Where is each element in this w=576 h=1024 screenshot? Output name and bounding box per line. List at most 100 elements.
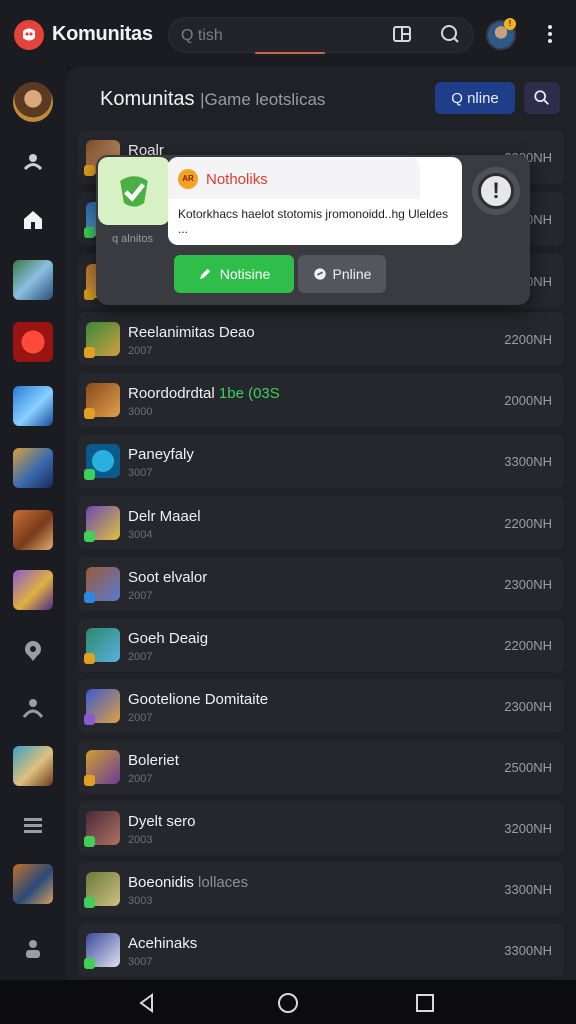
community-name: Reelanimitas Deao [128, 324, 255, 341]
profile-avatar[interactable] [13, 82, 53, 122]
top-app-bar: Komunitas Q tish ! [0, 0, 576, 66]
community-year: 3007 [128, 467, 153, 479]
panel-subtitle: |Game leotslicas [200, 90, 326, 109]
member-count: 3200NH [504, 821, 552, 836]
community-row[interactable]: Boeonidis lollaces 3003 3300NH [78, 862, 564, 916]
game-thumbnail [84, 933, 120, 969]
game-shortcut-1[interactable] [13, 260, 53, 300]
community-row[interactable]: Acehinaks 3007 3300NH [78, 923, 564, 977]
game-thumbnail [84, 506, 120, 542]
member-count: 2200NH [504, 638, 552, 653]
community-name-text: Boeonidis [128, 874, 194, 891]
community-name-text: Delr Maael [128, 508, 201, 525]
game-thumbnail [84, 628, 120, 664]
game-shortcut-7[interactable] [13, 746, 53, 786]
game-shortcut-4[interactable] [13, 448, 53, 488]
community-name: Roordodrdtal 1be (03S [128, 385, 280, 402]
community-name-text: Dyelt sero [128, 813, 196, 830]
community-name-text: Soot elvalor [128, 569, 208, 586]
status-badge [84, 408, 95, 419]
game-thumbnail [84, 750, 120, 786]
community-row[interactable]: Boleriet 2007 2500NH [78, 740, 564, 794]
community-name: Delr Maael [128, 508, 201, 525]
settings-user-icon[interactable] [13, 928, 53, 968]
community-name: Paneyfaly [128, 446, 194, 463]
game-thumbnail [84, 689, 120, 725]
community-name-text: Acehinaks [128, 935, 198, 952]
game-thumbnail [84, 811, 120, 847]
community-row[interactable]: Delr Maael 3004 2200NH [78, 496, 564, 550]
game-shortcut-6[interactable] [13, 570, 53, 610]
panel-search-button[interactable] [524, 82, 560, 114]
status-badge [84, 897, 95, 908]
search-placeholder: Q tish [181, 27, 223, 44]
system-nav-bar [0, 980, 576, 1024]
status-badge [84, 653, 95, 664]
community-name: Gootelione Domitaite [128, 691, 268, 708]
notification-popup: AR Notholiks Kotorkhacs haelot stotomis … [96, 155, 530, 305]
community-row[interactable]: Dyelt sero 2003 3200NH [78, 801, 564, 855]
notification-secondary-button[interactable]: Pnline [298, 255, 386, 293]
community-row[interactable]: Goeh Deaig 2007 2200NH [78, 618, 564, 672]
status-badge [84, 227, 95, 238]
home-icon[interactable] [13, 200, 53, 240]
community-name-text: Goeh Deaig [128, 630, 209, 647]
game-thumbnail [84, 383, 120, 419]
community-tag: lollaces [193, 874, 249, 891]
online-button[interactable]: Q nline [435, 82, 515, 114]
community-name: Boeonidis lollaces [128, 874, 248, 891]
game-thumbnail [84, 567, 120, 603]
game-shortcut-8[interactable] [13, 864, 53, 904]
notification-more-button[interactable]: ! [472, 167, 520, 215]
community-row[interactable]: Paneyfaly 3007 3300NH [78, 434, 564, 488]
discover-icon[interactable] [13, 630, 53, 670]
member-count: 3300NH [504, 943, 552, 958]
community-row[interactable]: Soot elvalor 2007 2300NH [78, 557, 564, 611]
member-count: 2000NH [504, 393, 552, 408]
group-icon[interactable] [13, 688, 53, 728]
community-year: 2007 [128, 651, 153, 663]
game-shortcut-2[interactable] [13, 322, 53, 362]
community-name-text: Boleriet [128, 752, 179, 769]
list-icon[interactable] [13, 806, 53, 846]
pencil-icon [199, 268, 210, 280]
home-circle-icon[interactable] [277, 992, 299, 1014]
member-count: 2200NH [504, 332, 552, 347]
status-badge [84, 836, 95, 847]
community-row[interactable]: Roordodrdtal 1be (03S 3000 2000NH [78, 373, 564, 427]
app-title: Komunitas [52, 23, 153, 45]
chat-icon[interactable] [438, 22, 462, 46]
recents-icon[interactable] [414, 992, 436, 1014]
back-icon[interactable] [136, 992, 158, 1014]
more-vert-icon[interactable] [538, 22, 562, 46]
member-count: 3300NH [504, 882, 552, 897]
game-shortcut-3[interactable] [13, 386, 53, 426]
community-year: 2007 [128, 712, 153, 724]
notification-title: Notholiks [206, 171, 268, 188]
community-year: 2007 [128, 773, 153, 785]
primary-button-label: Notisine [219, 266, 271, 282]
community-name: Acehinaks [128, 935, 197, 952]
community-year: 2007 [128, 345, 153, 357]
community-name: Dyelt sero [128, 813, 196, 830]
status-badge [84, 469, 95, 480]
status-badge [84, 958, 95, 969]
left-navigation-rail [0, 66, 66, 980]
notification-emoji-icon: AR [178, 169, 198, 189]
gamepad-icon[interactable] [390, 22, 414, 46]
member-count: 2200NH [504, 516, 552, 531]
community-year: 3004 [128, 529, 153, 541]
app-logo-icon[interactable] [14, 20, 44, 50]
notification-sub-label: q alnitos [112, 233, 153, 245]
game-shortcut-5[interactable] [13, 510, 53, 550]
community-name-text: Roordodrdtal [128, 385, 215, 402]
friends-icon[interactable] [13, 142, 53, 182]
notification-badge: ! [504, 18, 516, 30]
notification-card[interactable]: AR Notholiks Kotorkhacs haelot stotomis … [168, 157, 462, 245]
community-year: 3000 [128, 406, 153, 418]
community-name-text: Reelanimitas Deao [128, 324, 255, 341]
notification-primary-button[interactable]: Notisine [174, 255, 294, 293]
search-input[interactable]: Q tish [168, 17, 474, 54]
community-row[interactable]: Gootelione Domitaite 2007 2300NH [78, 679, 564, 733]
community-row[interactable]: Reelanimitas Deao 2007 2200NH [78, 312, 564, 366]
